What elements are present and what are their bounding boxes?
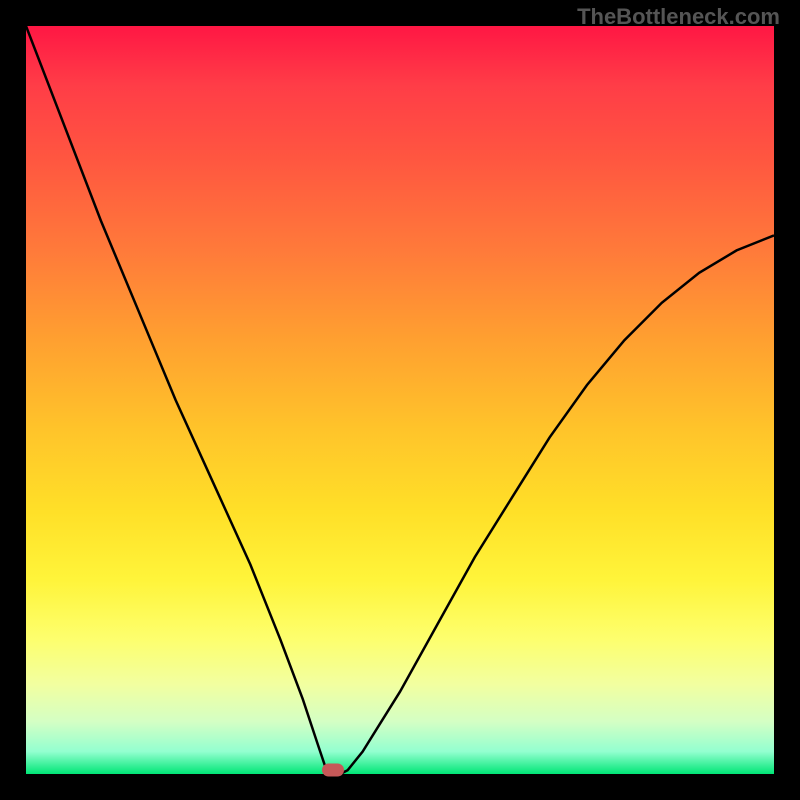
- chart-plot-area: [26, 26, 774, 774]
- bottleneck-curve-line: [26, 26, 774, 774]
- chart-minimum-marker: [322, 764, 344, 777]
- chart-curve-svg: [26, 26, 774, 774]
- watermark-text: TheBottleneck.com: [577, 4, 780, 30]
